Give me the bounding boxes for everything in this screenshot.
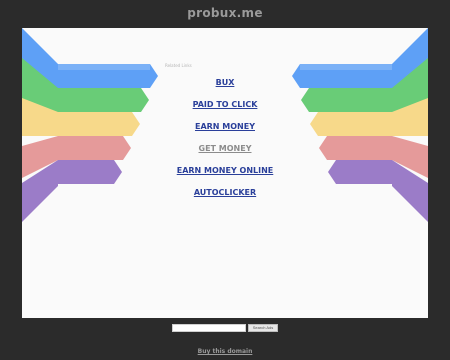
buy-domain-link[interactable]: Buy this domain [0, 348, 450, 355]
left-arrow-purple [58, 160, 122, 184]
related-links-list: BUX PAID TO CLICK EARN MONEY GET MONEY E… [115, 72, 335, 204]
link-earn-money-online[interactable]: EARN MONEY ONLINE [115, 160, 335, 182]
link-paid-to-click[interactable]: PAID TO CLICK [115, 94, 335, 116]
related-links-label: Related Links [165, 63, 192, 68]
link-bux[interactable]: BUX [115, 72, 335, 94]
parked-panel: Related Links BUX PAID TO CLICK EARN MON… [22, 28, 428, 318]
link-autoclicker[interactable]: AUTOCLICKER [115, 182, 335, 204]
search-bar: Search Ads [0, 324, 450, 332]
search-ads-button[interactable]: Search Ads [248, 324, 278, 332]
search-input[interactable] [172, 324, 246, 332]
right-arrow-purple [328, 160, 392, 184]
link-get-money[interactable]: GET MONEY [115, 138, 335, 160]
link-earn-money[interactable]: EARN MONEY [115, 116, 335, 138]
domain-title: probux.me [187, 6, 263, 20]
